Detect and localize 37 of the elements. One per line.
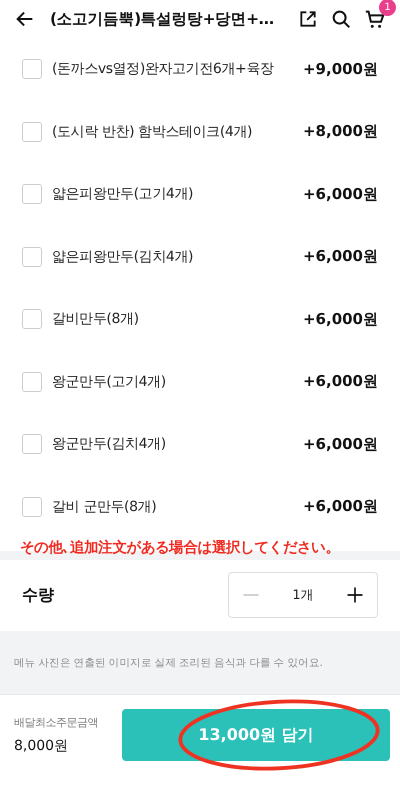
- option-label: 갈비만두(8개): [52, 310, 140, 328]
- plus-icon[interactable]: [345, 585, 365, 606]
- option-label: 갈비 군만두(8개): [52, 498, 158, 516]
- checkbox[interactable]: [22, 246, 42, 267]
- cart-icon[interactable]: [364, 8, 386, 30]
- option-label: 얇은피왕만두(고기4개): [52, 185, 194, 204]
- checkbox[interactable]: [22, 434, 42, 454]
- quantity-value: 1개: [292, 587, 314, 604]
- cart-count-badge: 1: [379, 0, 396, 16]
- share-icon[interactable]: [298, 9, 318, 30]
- option-label: 얇은피왕만두(김치4개): [52, 248, 194, 266]
- option-price: +8,000원: [302, 122, 378, 142]
- option-price: +6,000원: [302, 247, 378, 266]
- checkbox[interactable]: [22, 59, 42, 80]
- checkbox[interactable]: [22, 122, 42, 142]
- option-label: (도시락 반찬) 함박스테이크(4개): [52, 122, 254, 141]
- checkbox[interactable]: [22, 309, 42, 330]
- option-label: (돈까스vs열정)완자고기전6개+육장: [52, 60, 275, 78]
- checkbox[interactable]: [22, 372, 42, 392]
- option-price: +6,000원: [302, 434, 378, 454]
- option-label: 왕군만두(김치4개): [52, 435, 167, 454]
- option-price: +9,000원: [302, 60, 378, 79]
- option-price: +6,000원: [302, 184, 378, 204]
- min-order-label: 배달최소주문금액: [14, 715, 98, 732]
- min-order-value: 8,000원: [14, 737, 68, 756]
- option-price: +6,000원: [302, 497, 378, 516]
- checkbox[interactable]: [22, 184, 42, 204]
- annotation-note: その他､追加注文がある場合は選択してください。: [20, 538, 341, 558]
- page-title: (소고기듬뿍)특설렁탕+당면+…: [50, 8, 275, 30]
- notice-text: 메뉴 사진은 연출된 이미지로 실제 조리된 음식과 다를 수 있어요.: [14, 656, 323, 670]
- add-to-cart-button[interactable]: 13,000원 담기: [122, 709, 390, 762]
- option-price: +6,000원: [302, 372, 378, 392]
- checkbox[interactable]: [22, 496, 42, 517]
- option-price: +6,000원: [302, 310, 378, 329]
- search-icon[interactable]: [330, 8, 352, 30]
- option-label: 왕군만두(고기4개): [52, 372, 167, 391]
- quantity-label: 수량: [22, 584, 55, 606]
